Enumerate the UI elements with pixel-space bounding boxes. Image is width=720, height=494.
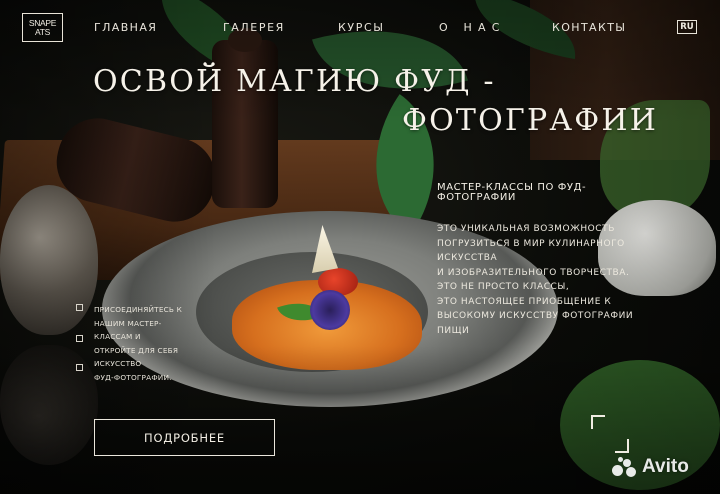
slider-dot-1[interactable] — [76, 304, 83, 311]
description-line: ВЫСОКОМУ ИСКУССТВУ ФОТОГРАФИИ — [437, 311, 634, 321]
side-text-line: ФУД-ФОТОГРАФИИ. — [94, 372, 172, 382]
watermark-text: Avito — [642, 456, 689, 477]
hero-subtitle: МАСТЕР-КЛАССЫ ПО ФУД-ФОТОГРАФИИ — [437, 182, 587, 203]
nav-item-home[interactable]: ГЛАВНАЯ — [94, 21, 157, 34]
side-text-line: ОТКРОЙТЕ ДЛЯ СЕБЯ — [94, 345, 179, 355]
hero-title-line-2: ФОТОГРАФИИ — [402, 103, 659, 138]
main-nav: ГЛАВНАЯ ГАЛЕРЕЯ КУРСЫ О НАС КОНТАКТЫ — [0, 21, 720, 35]
description-line: ЭТО НЕ ПРОСТО КЛАССЫ, — [437, 282, 570, 292]
side-text-line: КЛАССАМ И — [94, 332, 141, 341]
description-line: ЭТО УНИКАЛЬНАЯ ВОЗМОЖНОСТЬ — [437, 224, 615, 234]
description-line: ИСКУССТВА — [437, 253, 498, 263]
slider-dot-2[interactable] — [76, 335, 83, 342]
side-text-line: НАШИМ МАСТЕР- — [94, 318, 162, 328]
description-line: ПОГРУЗИТЬСЯ В МИР КУЛИНАРНОГО — [437, 238, 625, 249]
description-line: ПИЩИ — [437, 325, 470, 336]
side-text-line: ИСКУССТВО — [94, 359, 142, 368]
description-line: ЭТО НАСТОЯЩЕЕ ПРИОБЩЕНИЕ К — [437, 296, 612, 307]
language-switch[interactable]: RU — [677, 20, 697, 34]
description-line: И ИЗОБРАЗИТЕЛЬНОГО ТВОРЧЕСТВА. — [437, 267, 630, 278]
nav-item-contacts[interactable]: КОНТАКТЫ — [552, 21, 626, 34]
hero-title-line-1: ОСВОЙ МАГИЮ ФУД - — [93, 64, 496, 99]
side-text: ПРИСОЕДИНЯЙТЕСЬ К НАШИМ МАСТЕР- КЛАССАМ … — [94, 303, 194, 384]
avito-logo-icon — [612, 457, 638, 477]
nav-item-courses[interactable]: КУРСЫ — [338, 21, 385, 34]
more-button[interactable]: ПОДРОБНЕЕ — [94, 419, 275, 456]
nav-item-gallery[interactable]: ГАЛЕРЕЯ — [223, 21, 285, 34]
side-text-line: ПРИСОЕДИНЯЙТЕСЬ К — [94, 305, 183, 314]
slider-dot-3[interactable] — [76, 364, 83, 371]
avito-watermark: Avito — [612, 455, 689, 479]
frame-corner-icon — [591, 415, 629, 453]
nav-item-about[interactable]: О НАС — [439, 21, 506, 34]
hero-description: ЭТО УНИКАЛЬНАЯ ВОЗМОЖНОСТЬ ПОГРУЗИТЬСЯ В… — [437, 222, 677, 338]
